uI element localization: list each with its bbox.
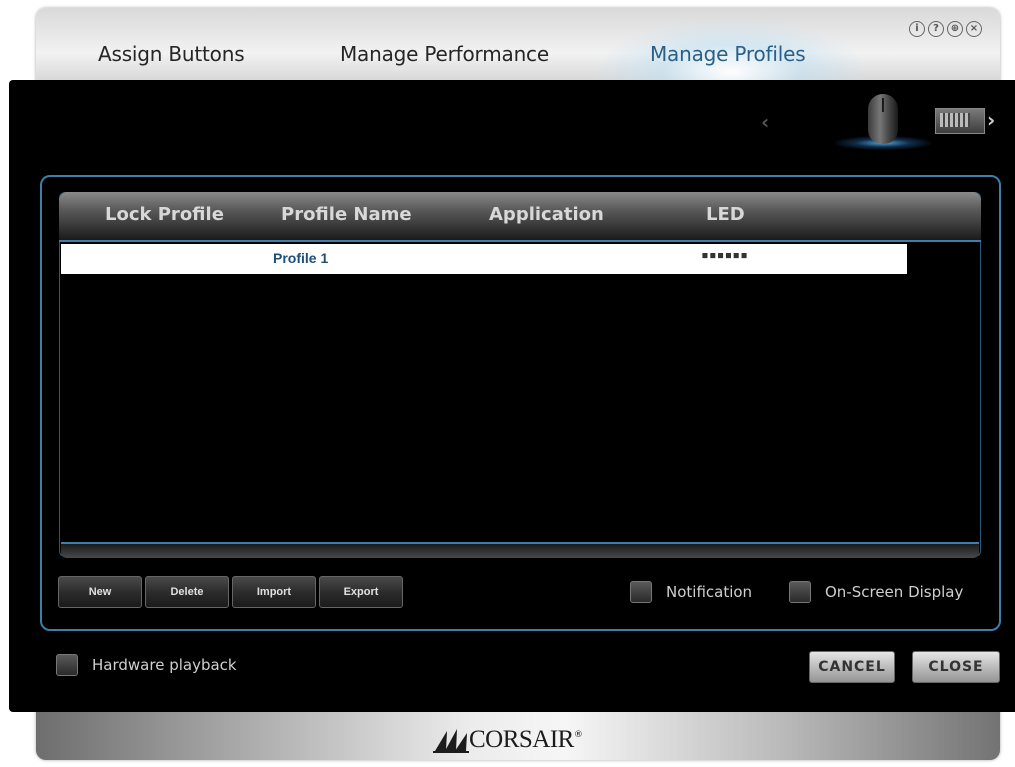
globe-icon[interactable]: ⊕ [947, 21, 963, 37]
hardware-playback-label: Hardware playback [92, 656, 237, 674]
tab-manage-profiles[interactable]: Manage Profiles [650, 42, 806, 66]
table-header: Lock Profile Profile Name Application LE… [59, 192, 981, 242]
close-icon[interactable]: × [966, 21, 982, 37]
on-screen-display-checkbox[interactable] [789, 581, 811, 603]
column-application[interactable]: Application [489, 204, 604, 225]
hardware-playback-checkbox[interactable] [56, 654, 78, 676]
profiles-panel: Lock Profile Profile Name Application LE… [40, 175, 1001, 631]
export-button[interactable]: Export [319, 576, 403, 608]
mouse-device-selector[interactable] [835, 88, 931, 158]
prev-device-arrow-icon[interactable]: ‹ [761, 110, 769, 134]
brand-name: CORSAIR [469, 726, 574, 753]
registered-mark: ® [573, 730, 583, 740]
delete-button[interactable]: Delete [145, 576, 229, 608]
help-icon[interactable]: ? [928, 21, 944, 37]
profiles-table: Lock Profile Profile Name Application LE… [59, 192, 981, 558]
notification-label: Notification [666, 583, 753, 601]
table-footer [61, 542, 979, 558]
column-lock-profile[interactable]: Lock Profile [105, 204, 224, 225]
mouse-icon [868, 94, 898, 144]
tab-bar: Assign Buttons Manage Performance Manage… [36, 8, 1000, 108]
on-screen-display-label: On-Screen Display [825, 583, 964, 601]
window-controls: i ? ⊕ × [909, 21, 982, 37]
column-led[interactable]: LED [706, 204, 745, 225]
sails-icon [433, 727, 469, 753]
profile-name-cell: Profile 1 [273, 250, 329, 266]
led-color-cell: ▪▪▪▪▪▪ [701, 248, 748, 263]
close-button[interactable]: CLOSE [912, 651, 1000, 683]
info-icon[interactable]: i [909, 21, 925, 37]
corsair-logo: CORSAIR ® [433, 725, 583, 755]
tab-manage-performance[interactable]: Manage Performance [340, 42, 549, 66]
import-button[interactable]: Import [232, 576, 316, 608]
table-row[interactable]: Profile 1 ▪▪▪▪▪▪ [61, 244, 907, 274]
main-panel: ‹ › Lock Profile Profile Name Applicatio… [9, 80, 1015, 712]
cancel-button[interactable]: CANCEL [809, 651, 895, 683]
column-profile-name[interactable]: Profile Name [281, 204, 412, 225]
next-device-arrow-icon[interactable]: › [987, 108, 995, 132]
keyboard-icon[interactable] [935, 108, 985, 134]
tab-assign-buttons[interactable]: Assign Buttons [98, 42, 245, 66]
notification-checkbox[interactable] [630, 581, 652, 603]
new-button[interactable]: New [58, 576, 142, 608]
